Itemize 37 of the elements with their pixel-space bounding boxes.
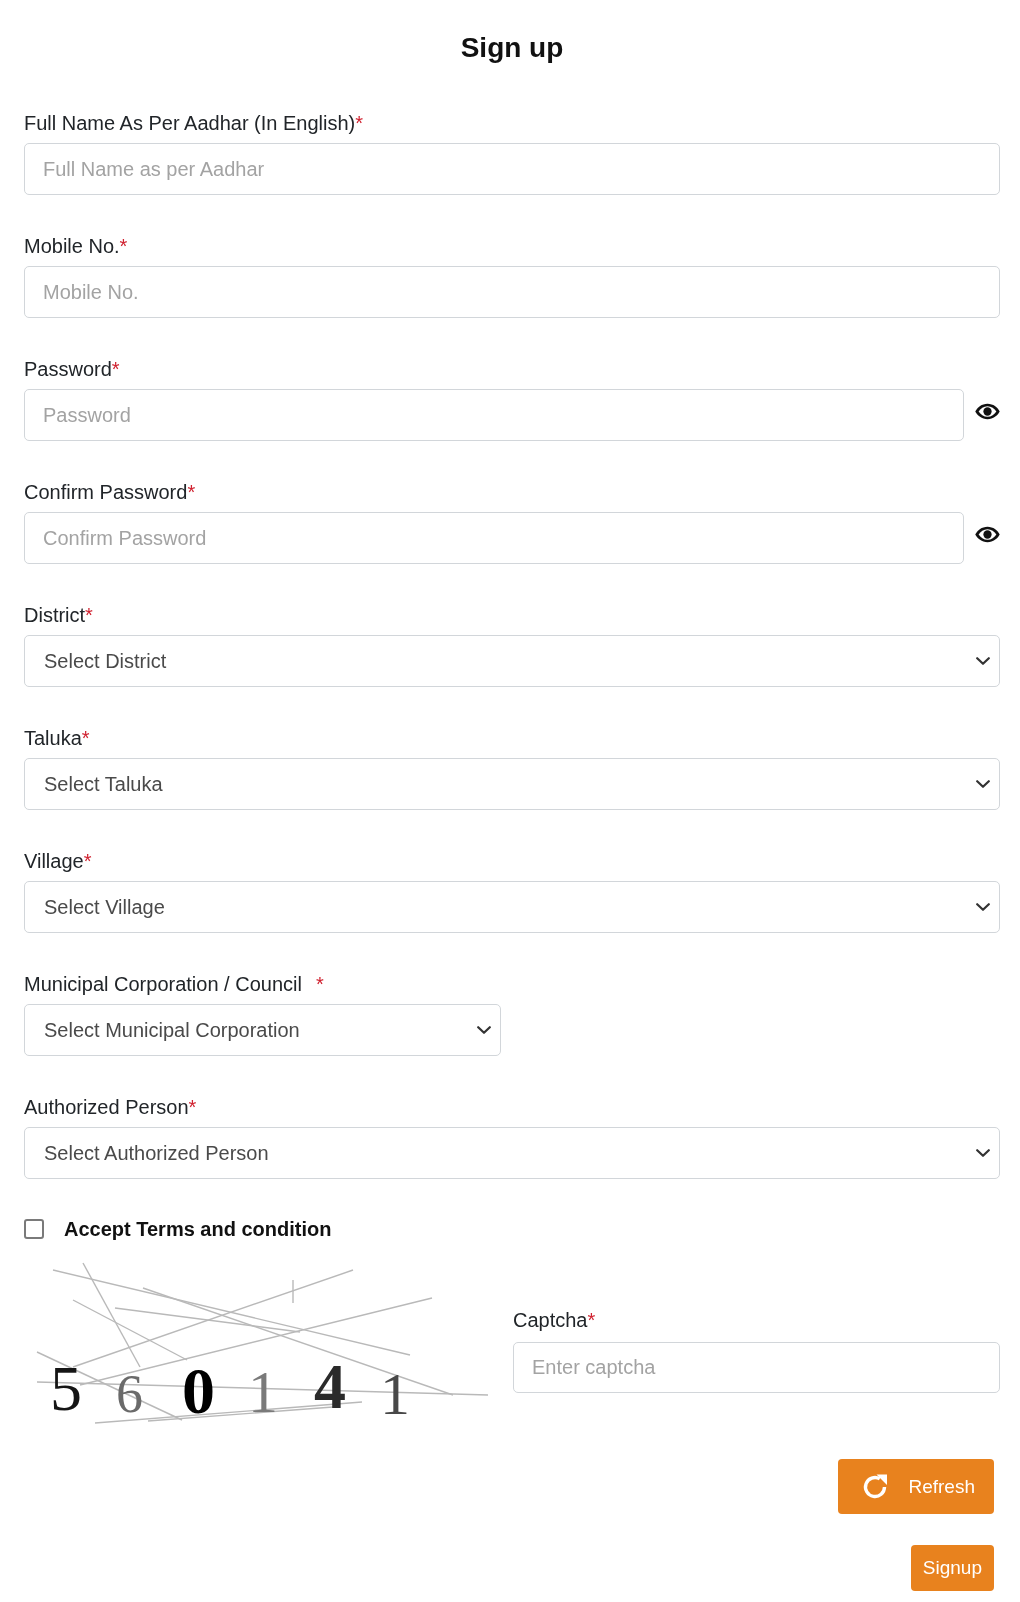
captcha-character: 5	[50, 1353, 82, 1424]
chevron-down-icon	[976, 657, 990, 665]
checkbox[interactable]	[24, 1219, 44, 1239]
page-title: Sign up	[459, 31, 565, 65]
field-label: Municipal Corporation / Council *	[24, 972, 324, 997]
chevron-down-icon	[976, 780, 990, 788]
field-label: Taluka*	[24, 726, 90, 751]
field-label: Authorized Person*	[24, 1095, 197, 1120]
chevron-down-icon	[976, 1149, 990, 1157]
captcha-field[interactable]: Enter captcha	[513, 1342, 1000, 1393]
refresh-icon	[862, 1473, 889, 1500]
field-label: Confirm Password*	[24, 480, 196, 505]
captcha-character: 1	[380, 1361, 410, 1426]
text-field[interactable]: Mobile No.	[24, 266, 1000, 318]
chevron-down-icon	[976, 903, 990, 911]
chevron-down-icon	[477, 1026, 491, 1034]
field-label: Village*	[24, 849, 92, 874]
dropdown-field[interactable]: Select District	[24, 635, 1000, 687]
captcha-character: 0	[182, 1354, 215, 1426]
dropdown-field[interactable]: Select Authorized Person	[24, 1127, 1000, 1179]
eye-icon[interactable]	[975, 403, 1000, 420]
dropdown-field[interactable]: Select Taluka	[24, 758, 1000, 810]
terms-label: Accept Terms and condition	[64, 1217, 332, 1241]
field-label: Captcha*	[513, 1308, 596, 1333]
text-field[interactable]: Full Name as per Aadhar	[24, 143, 1000, 195]
captcha-character: 4	[314, 1351, 346, 1422]
dropdown-field[interactable]: Select Village	[24, 881, 1000, 933]
captcha-character: 6	[116, 1364, 143, 1424]
eye-icon[interactable]	[975, 526, 1000, 543]
password-field[interactable]: Confirm Password	[24, 512, 964, 564]
field-label: Full Name As Per Aadhar (In English)*	[24, 111, 364, 136]
field-label: Mobile No.*	[24, 234, 128, 259]
password-field[interactable]: Password	[24, 389, 964, 441]
dropdown-field[interactable]: Select Municipal Corporation	[24, 1004, 501, 1056]
field-label: District*	[24, 603, 93, 628]
field-label: Password*	[24, 357, 120, 382]
captcha-character: 1	[248, 1359, 278, 1425]
